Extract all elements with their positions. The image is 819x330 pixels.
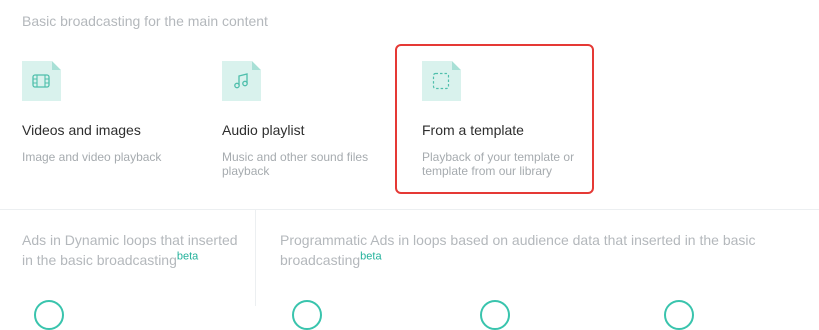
option-icon bbox=[34, 300, 64, 330]
section-title: Basic broadcasting for the main content bbox=[22, 13, 268, 29]
divider bbox=[0, 209, 819, 210]
option-icon bbox=[664, 300, 694, 330]
beta-badge: beta bbox=[360, 250, 382, 263]
selection-highlight bbox=[395, 44, 594, 194]
card-description: Image and video playback bbox=[22, 150, 162, 164]
divider bbox=[255, 210, 256, 306]
card-videos-and-images[interactable]: Videos and images Image and video playba… bbox=[22, 58, 202, 164]
option-icon bbox=[480, 300, 510, 330]
card-description: Music and other sound files playback bbox=[222, 150, 369, 178]
film-icon bbox=[22, 61, 61, 101]
option-label: Ads in Dynamic loops that inserted in th… bbox=[22, 232, 238, 268]
card-audio-playlist[interactable]: Audio playlist Music and other sound fil… bbox=[222, 58, 382, 178]
beta-badge: beta bbox=[176, 250, 199, 263]
programmatic-ads-option[interactable]: Programmatic Ads in loops based on audie… bbox=[280, 230, 780, 270]
ads-dynamic-loops-option[interactable]: Ads in Dynamic loops that inserted in th… bbox=[22, 230, 247, 270]
card-title: Videos and images bbox=[22, 122, 141, 138]
card-title: Audio playlist bbox=[222, 122, 305, 138]
music-note-icon bbox=[222, 61, 261, 101]
option-label: Programmatic Ads in loops based on audie… bbox=[280, 232, 756, 268]
option-icon bbox=[292, 300, 322, 330]
